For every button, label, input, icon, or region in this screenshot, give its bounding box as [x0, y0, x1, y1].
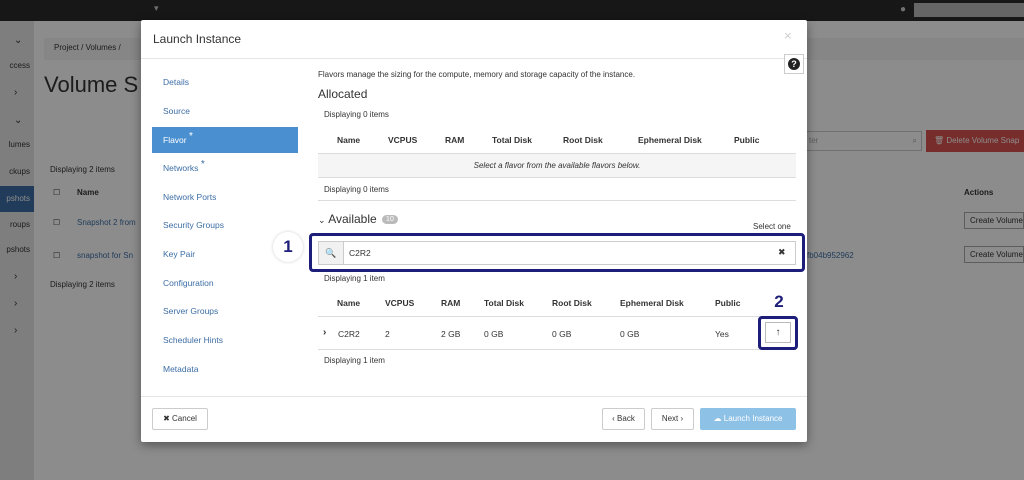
wizard-step-security-groups[interactable]: Security Groups	[152, 212, 298, 238]
allocated-col-vcpus: VCPUS	[388, 135, 418, 145]
available-col-name: Name	[337, 298, 361, 308]
wizard-step-networks[interactable]: Networks *	[152, 155, 298, 181]
wizard-step-network-ports[interactable]: Network Ports	[152, 184, 298, 210]
wizard-step-label: Details	[163, 77, 189, 87]
wizard-step-label: Source	[163, 106, 190, 116]
next-button[interactable]: Next ›	[651, 408, 694, 430]
available-col-ram: RAM	[441, 298, 461, 308]
close-icon[interactable]: ×	[784, 28, 792, 43]
allocated-col-public: Public	[734, 135, 760, 145]
chevron-left-icon: ‹	[612, 414, 615, 423]
available-displaying-count-bottom: Displaying 1 item	[324, 356, 385, 365]
allocated-col-name: Name	[337, 135, 361, 145]
next-label: Next	[661, 414, 679, 423]
flavor-description: Flavors manage the sizing for the comput…	[318, 70, 636, 79]
back-label: Back	[617, 414, 635, 423]
help-button[interactable]: ?	[784, 54, 804, 74]
modal-header: Launch Instance ×	[141, 20, 807, 59]
cancel-button[interactable]: ✖ Cancel	[152, 408, 208, 430]
allocated-empty-row: Select a flavor from the available flavo…	[318, 153, 796, 178]
chevron-down-icon: ⌄	[318, 215, 326, 225]
wizard-step-configuration[interactable]: Configuration	[152, 270, 298, 296]
allocated-col-total-disk: Total Disk	[492, 135, 532, 145]
available-heading: Available	[328, 212, 377, 226]
modal-footer: ✖ Cancel ‹ Back Next › ☁ Launch Instance	[141, 396, 807, 443]
wizard-step-label: Network Ports	[163, 192, 217, 202]
wizard-step-label: Configuration	[163, 278, 214, 288]
flavor-total-disk: 0 GB	[484, 329, 504, 339]
help-icon: ?	[788, 58, 800, 70]
flavor-vcpus: 2	[385, 329, 390, 339]
wizard-step-label: Server Groups	[163, 306, 219, 316]
required-marker: *	[200, 159, 205, 170]
divider	[318, 316, 796, 317]
flavor-name: C2R2	[338, 329, 360, 339]
select-one-hint: Select one	[753, 222, 791, 231]
wizard-step-source[interactable]: Source	[152, 98, 298, 124]
wizard-step-label: Scheduler Hints	[163, 335, 224, 345]
available-toggle[interactable]: ⌄ Available 10	[318, 212, 398, 226]
required-marker: *	[189, 131, 193, 142]
wizard-step-server-groups[interactable]: Server Groups	[152, 298, 298, 324]
allocated-col-root-disk: Root Disk	[563, 135, 603, 145]
wizard-step-label: Security Groups	[163, 220, 224, 230]
available-displaying-count: Displaying 1 item	[324, 274, 385, 283]
modal-title: Launch Instance	[153, 32, 242, 46]
flavor-ram: 2 GB	[441, 329, 461, 339]
allocated-col-ram: RAM	[445, 135, 465, 145]
allocated-heading: Allocated	[318, 87, 368, 101]
launch-instance-button[interactable]: ☁ Launch Instance	[700, 408, 796, 430]
back-button[interactable]: ‹ Back	[602, 408, 645, 430]
arrow-up-icon: ↑	[775, 327, 781, 338]
wizard-step-metadata[interactable]: Metadata	[152, 356, 298, 382]
available-col-public: Public	[715, 298, 741, 308]
callout-number-1: 1	[273, 232, 303, 262]
wizard-step-label: Key Pair	[163, 249, 196, 259]
cloud-upload-icon: ☁	[713, 414, 722, 423]
callout-highlight-search	[309, 233, 805, 272]
divider	[318, 349, 796, 350]
available-col-total-disk: Total Disk	[484, 298, 524, 308]
launch-instance-modal: Launch Instance × ? Details Source Flavo…	[141, 20, 807, 442]
allocated-displaying-count: Displaying 0 items	[324, 110, 389, 119]
allocated-empty-message: Select a flavor from the available flavo…	[473, 161, 641, 170]
expand-row-chevron-icon[interactable]: ›	[323, 327, 326, 338]
wizard-step-label: Networks	[163, 163, 199, 173]
cancel-label: Cancel	[172, 414, 197, 423]
flavor-root-disk: 0 GB	[552, 329, 572, 339]
callout-number-2: 2	[774, 292, 784, 311]
available-count-badge: 10	[382, 215, 398, 225]
allocated-col-ephemeral-disk: Ephemeral Disk	[638, 135, 702, 145]
wizard-step-details[interactable]: Details	[152, 69, 298, 95]
available-col-vcpus: VCPUS	[385, 298, 415, 308]
allocate-flavor-button[interactable]: ↑	[765, 322, 791, 343]
close-icon: ✖	[163, 414, 170, 423]
wizard-step-label: Metadata	[163, 364, 199, 374]
wizard-step-scheduler-hints[interactable]: Scheduler Hints	[152, 327, 298, 353]
launch-label: Launch Instance	[723, 414, 783, 423]
divider	[318, 200, 796, 201]
flavor-public: Yes	[715, 329, 729, 339]
available-col-ephemeral-disk: Ephemeral Disk	[620, 298, 684, 308]
available-col-root-disk: Root Disk	[552, 298, 592, 308]
wizard-step-flavor[interactable]: Flavor *	[152, 127, 298, 153]
chevron-right-icon: ›	[680, 414, 684, 423]
allocated-displaying-count-bottom: Displaying 0 items	[324, 185, 389, 194]
wizard-step-label: Flavor	[163, 135, 187, 145]
flavor-ephemeral-disk: 0 GB	[620, 329, 640, 339]
